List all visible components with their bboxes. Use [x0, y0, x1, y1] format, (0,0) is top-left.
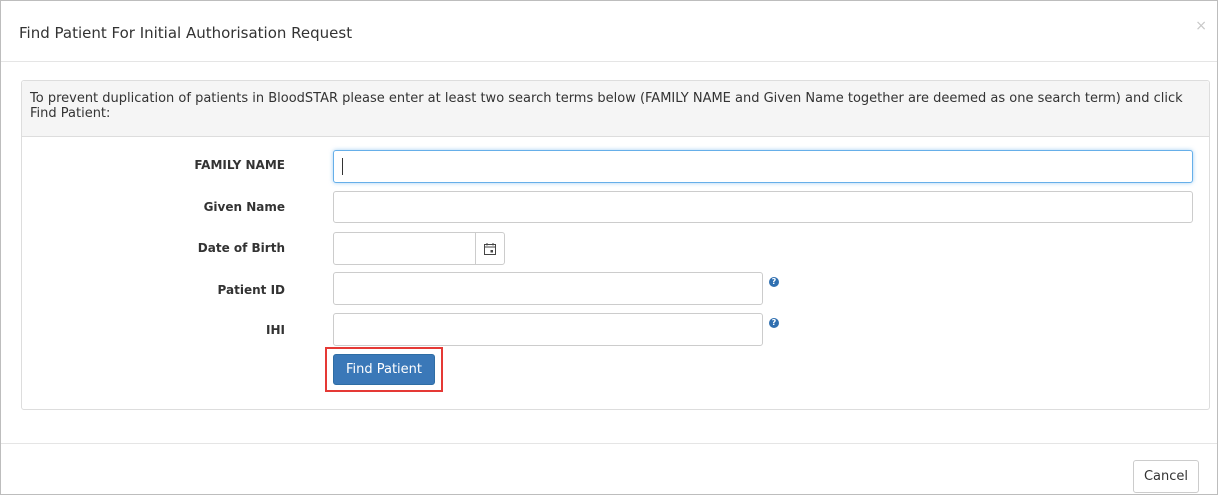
- family-name-label: FAMILY NAME: [194, 158, 285, 172]
- patient-id-label: Patient ID: [217, 283, 285, 297]
- given-name-input[interactable]: [333, 191, 1193, 223]
- given-name-label: Given Name: [203, 200, 285, 214]
- find-patient-highlight: Find Patient: [325, 347, 443, 392]
- family-name-input[interactable]: [333, 150, 1193, 183]
- calendar-icon: [484, 243, 496, 255]
- close-icon[interactable]: ×: [1195, 19, 1207, 33]
- find-patient-button[interactable]: Find Patient: [333, 354, 435, 385]
- text-caret: [342, 158, 343, 175]
- panel-heading: To prevent duplication of patients in Bl…: [22, 81, 1209, 137]
- instructions-text: To prevent duplication of patients in Bl…: [30, 91, 1183, 121]
- dialog-header: Find Patient For Initial Authorisation R…: [1, 1, 1217, 62]
- date-of-birth-input[interactable]: [333, 232, 476, 265]
- dialog-footer: Cancel: [1, 443, 1217, 495]
- patient-id-help-icon[interactable]: ?: [769, 277, 779, 287]
- ihi-help-icon[interactable]: ?: [769, 318, 779, 328]
- dialog-title: Find Patient For Initial Authorisation R…: [19, 24, 353, 42]
- ihi-input[interactable]: [333, 313, 763, 346]
- ihi-label: IHI: [266, 323, 285, 337]
- cancel-button[interactable]: Cancel: [1133, 460, 1199, 493]
- date-picker-button[interactable]: [475, 232, 505, 265]
- patient-id-input[interactable]: [333, 272, 763, 305]
- find-patient-dialog: Find Patient For Initial Authorisation R…: [0, 0, 1218, 495]
- date-of-birth-label: Date of Birth: [197, 241, 285, 255]
